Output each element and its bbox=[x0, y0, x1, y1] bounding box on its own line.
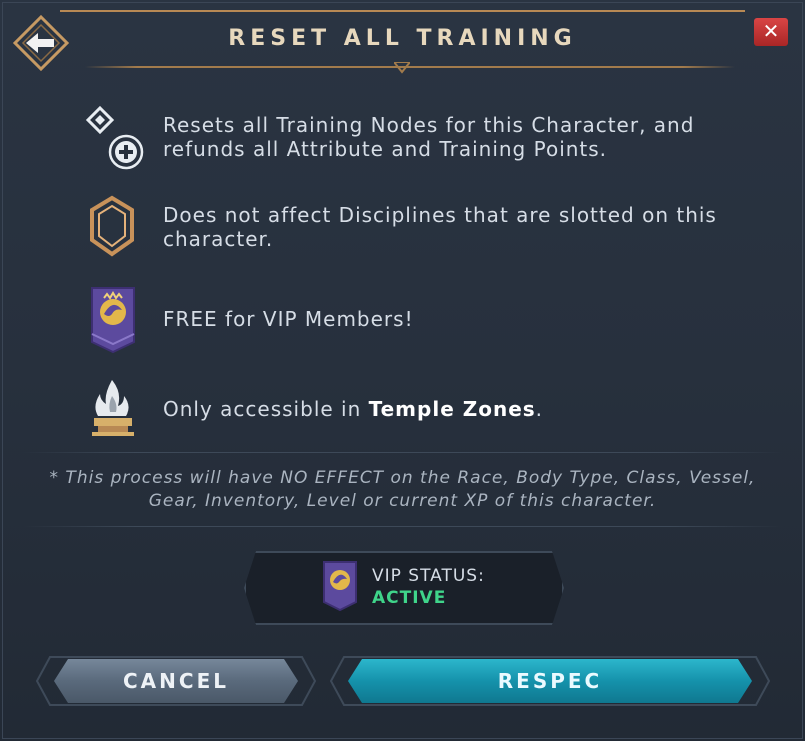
top-gold-trim bbox=[60, 0, 745, 12]
info-text: Only accessible in Temple Zones. bbox=[163, 397, 543, 421]
info-row-disciplines: Does not affect Disciplines that are slo… bbox=[82, 192, 762, 262]
vip-status-value: ACTIVE bbox=[372, 588, 447, 608]
header-divider bbox=[85, 66, 735, 68]
info-row-training-nodes: Resets all Training Nodes for this Chara… bbox=[82, 102, 762, 172]
dialog-title: RESET ALL TRAINING bbox=[228, 26, 577, 51]
vip-status-label: VIP STATUS: bbox=[372, 566, 485, 586]
info-row-temple-zones: Only accessible in Temple Zones. bbox=[82, 374, 762, 444]
disclaimer-note: * This process will have NO EFFECT on th… bbox=[49, 468, 756, 511]
header-ornament-icon bbox=[394, 62, 410, 74]
cancel-button-frame: CANCEL bbox=[36, 656, 316, 706]
temple-zones-emphasis: Temple Zones bbox=[368, 397, 536, 421]
vip-badge-icon bbox=[322, 560, 358, 612]
reset-training-dialog: RESET ALL TRAINING ✕ Resets all Training… bbox=[0, 0, 805, 741]
info-text-suffix: . bbox=[535, 397, 544, 421]
info-text: Resets all Training Nodes for this Chara… bbox=[163, 113, 695, 161]
section-divider bbox=[22, 526, 783, 527]
info-row-vip-free: FREE for VIP Members! bbox=[82, 284, 762, 354]
info-text: Does not affect Disciplines that are slo… bbox=[163, 203, 717, 251]
respec-button-frame: RESPEC bbox=[330, 656, 770, 706]
info-text-prefix: Only accessible in bbox=[163, 397, 369, 421]
discipline-hexagon-icon bbox=[82, 192, 146, 262]
training-nodes-icon bbox=[82, 102, 146, 172]
close-button[interactable]: ✕ bbox=[754, 18, 788, 46]
cancel-button[interactable]: CANCEL bbox=[54, 659, 298, 703]
respec-button[interactable]: RESPEC bbox=[348, 659, 752, 703]
info-text: FREE for VIP Members! bbox=[163, 307, 414, 331]
vip-banner-icon bbox=[82, 284, 146, 354]
section-divider bbox=[22, 452, 783, 453]
temple-flame-icon bbox=[82, 374, 146, 444]
